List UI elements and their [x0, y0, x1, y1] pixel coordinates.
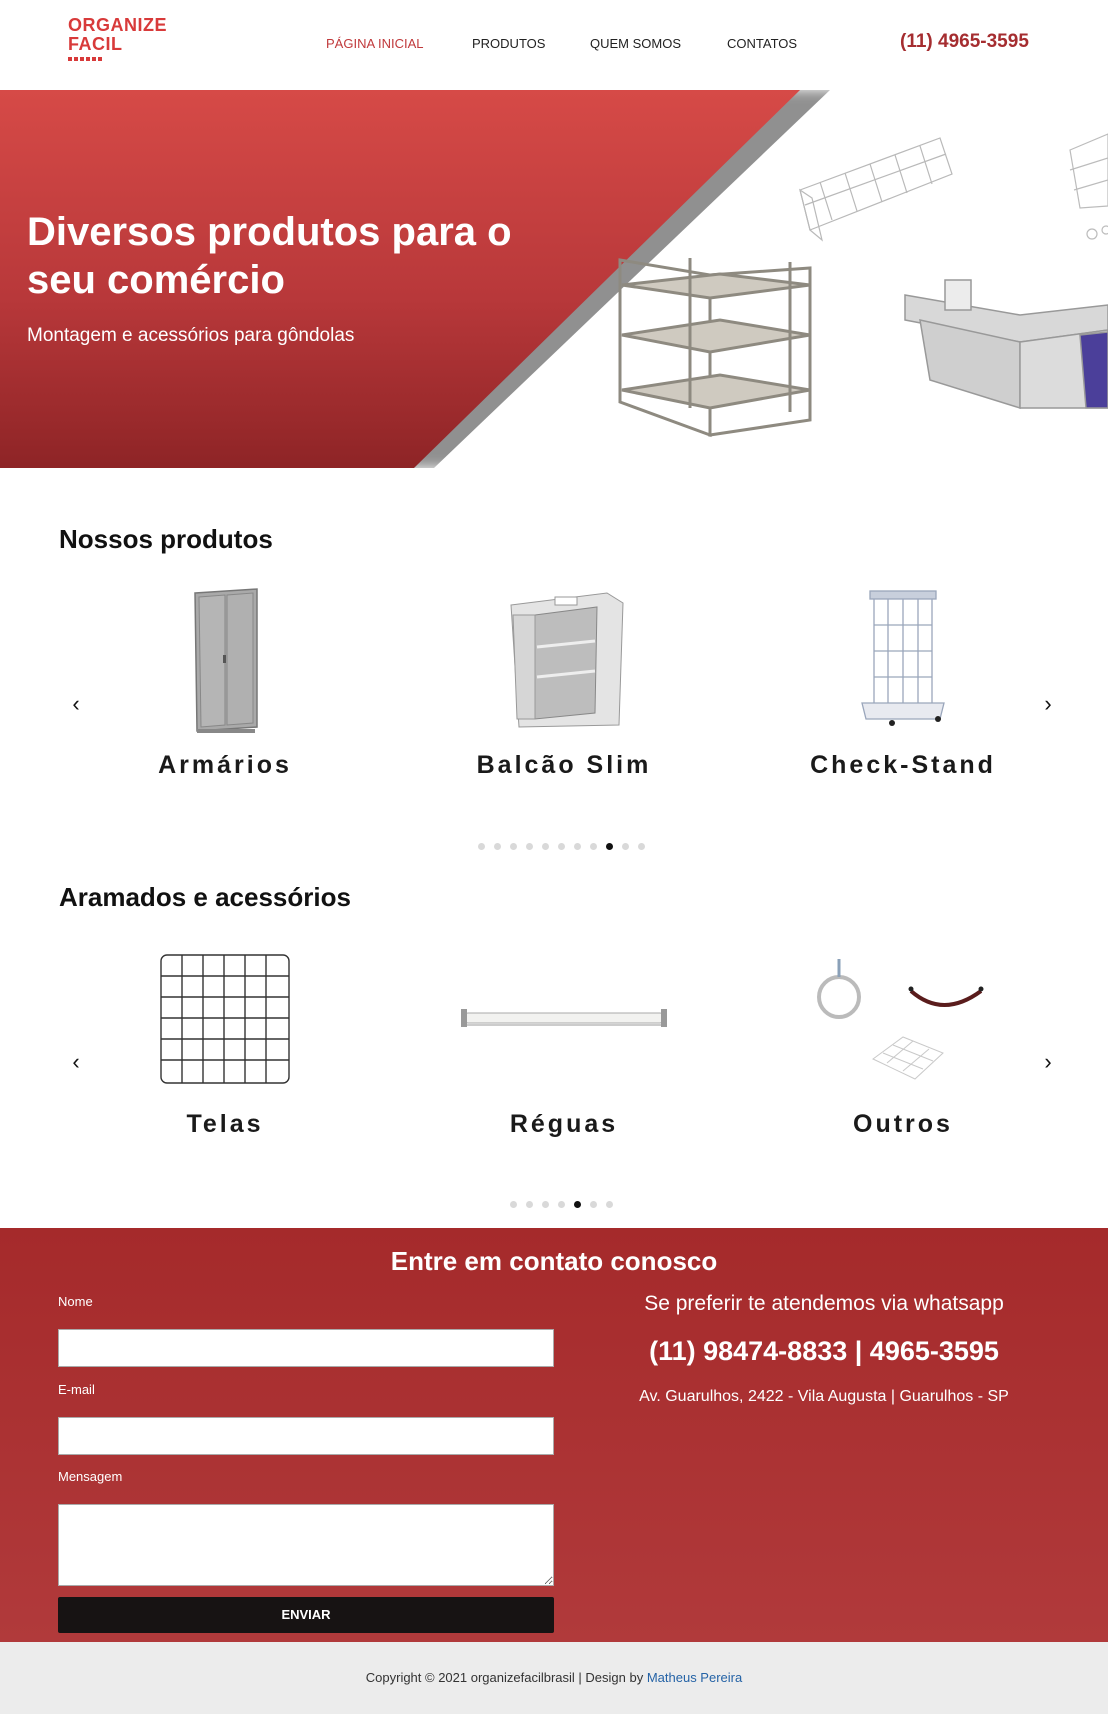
hooks-accessories-icon	[773, 944, 1033, 1094]
footer-text: Copyright © 2021 organizefacilbrasil | D…	[0, 1670, 1108, 1685]
name-label: Nome	[58, 1294, 93, 1309]
products-prev-arrow[interactable]: ‹	[65, 693, 87, 715]
accessory-card-telas[interactable]: Telas	[95, 944, 355, 1139]
hero-products-image	[618, 133, 1108, 438]
product-label-balcao-slim: Balcão Slim	[476, 751, 652, 779]
logo-line-2: FACIL	[68, 34, 123, 54]
products-carousel-dot[interactable]	[526, 843, 533, 850]
accessories-section-title: Aramados e acessórios	[59, 882, 351, 912]
hero-subtitle: Montagem e acessórios para gôndolas	[27, 325, 355, 346]
message-label: Mensagem	[58, 1469, 123, 1484]
products-carousel-dot[interactable]	[510, 843, 517, 850]
products-carousel-dot[interactable]	[494, 843, 501, 850]
product-card-armarios[interactable]: Armários	[95, 585, 355, 780]
accessories-carousel-dot[interactable]	[574, 1201, 581, 1208]
cabinet-icon	[95, 585, 355, 735]
hero-title: Diversos produtos para o seu comércio	[27, 210, 512, 302]
hero-banner: Diversos produtos para o seu comércio Mo…	[0, 90, 1108, 468]
email-field[interactable]	[58, 1417, 554, 1455]
accessories-carousel-dot[interactable]	[510, 1201, 517, 1208]
products-carousel-dot[interactable]	[574, 843, 581, 850]
product-label-check-stand: Check-Stand	[810, 751, 996, 779]
product-card-check-stand[interactable]: Check-Stand	[773, 585, 1033, 780]
message-textarea[interactable]	[58, 1504, 554, 1586]
products-carousel-dot[interactable]	[558, 843, 565, 850]
accessory-label-reguas: Réguas	[509, 1110, 619, 1138]
products-next-arrow[interactable]: ›	[1037, 693, 1059, 715]
accessories-prev-arrow[interactable]: ‹	[65, 1051, 87, 1073]
products-carousel-dot[interactable]	[542, 843, 549, 850]
logo-underline	[68, 57, 102, 61]
products-carousel-dot[interactable]	[590, 843, 597, 850]
products-carousel-dots	[478, 843, 645, 850]
accessory-card-reguas[interactable]: Réguas	[434, 944, 694, 1139]
product-label-armarios: Armários	[158, 751, 292, 779]
nav-item-home[interactable]: PÁGINA INICIAL	[326, 36, 424, 51]
nav-item-about[interactable]: QUEM SOMOS	[590, 36, 681, 51]
designer-link[interactable]: Matheus Pereira	[647, 1670, 742, 1685]
email-label: E-mail	[58, 1382, 95, 1397]
contact-phones[interactable]: (11) 98474-8833 | 4965-3595	[600, 1336, 1048, 1367]
wire-rack-icon	[773, 585, 1033, 735]
site-logo[interactable]: ORGANIZE FACIL	[68, 16, 178, 66]
products-carousel-dot[interactable]	[638, 843, 645, 850]
copyright-text: Copyright © 2021 organizefacilbrasil | D…	[365, 1670, 644, 1685]
site-footer: Copyright © 2021 organizefacilbrasil | D…	[0, 1642, 1108, 1714]
logo-line-1: ORGANIZE	[68, 15, 168, 35]
contact-section: Entre em contato conosco Nome E-mail Men…	[0, 1228, 1108, 1642]
nav-item-products[interactable]: PRODUTOS	[472, 36, 545, 51]
products-carousel-dot[interactable]	[622, 843, 629, 850]
accessory-label-outros: Outros	[853, 1110, 953, 1138]
accessories-carousel-dot[interactable]	[558, 1201, 565, 1208]
site-header: ORGANIZE FACIL PÁGINA INICIAL PRODUTOS Q…	[0, 0, 1108, 90]
products-section-title: Nossos produtos	[59, 524, 273, 554]
product-card-balcao-slim[interactable]: Balcão Slim	[434, 585, 694, 780]
accessories-next-arrow[interactable]: ›	[1037, 1051, 1059, 1073]
contact-address: Av. Guarulhos, 2422 - Vila Augusta | Gua…	[639, 1388, 1009, 1405]
bar-rail-icon	[434, 944, 694, 1094]
accessories-carousel-dot[interactable]	[590, 1201, 597, 1208]
accessory-label-telas: Telas	[186, 1110, 264, 1138]
name-field[interactable]	[58, 1329, 554, 1367]
send-button[interactable]: ENVIAR	[58, 1597, 554, 1633]
accessories-carousel-dot[interactable]	[542, 1201, 549, 1208]
wire-grid-icon	[95, 944, 355, 1094]
contact-title: Entre em contato conosco	[390, 1246, 718, 1276]
counter-cabinet-icon	[434, 585, 694, 735]
accessories-carousel-dot[interactable]	[526, 1201, 533, 1208]
header-phone[interactable]: (11) 4965-3595	[900, 31, 1029, 53]
accessories-carousel-dots	[510, 1201, 613, 1208]
products-carousel-dot[interactable]	[606, 843, 613, 850]
accessories-carousel-dot[interactable]	[606, 1201, 613, 1208]
products-carousel-dot[interactable]	[478, 843, 485, 850]
accessory-card-outros[interactable]: Outros	[773, 944, 1033, 1139]
nav-item-contacts[interactable]: CONTATOS	[727, 36, 797, 51]
whatsapp-text: Se preferir te atendemos via whatsapp	[644, 1292, 1004, 1315]
